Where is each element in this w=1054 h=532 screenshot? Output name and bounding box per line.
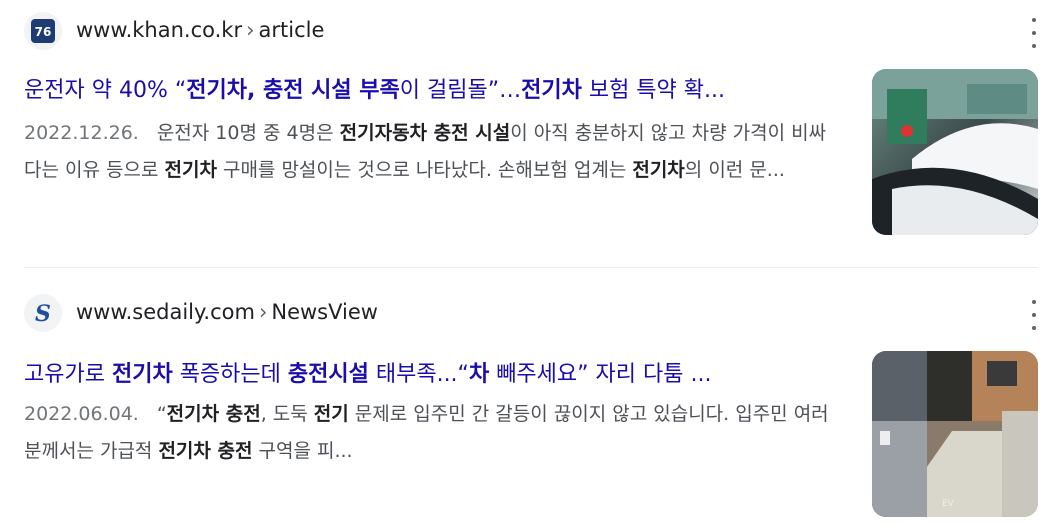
highlighted-text: 전기차 — [632, 159, 685, 181]
search-result: S www.sedaily.com › NewsView 고유가로 전기차 폭증하는… — [0, 282, 1054, 532]
text-run: 운전자 약 40% “ — [24, 78, 187, 103]
svg-text:76: 76 — [35, 25, 52, 39]
ev-charging-station-photo — [872, 69, 1038, 235]
highlighted-text: 차 — [468, 362, 490, 387]
text-run: 보험 특약 확... — [581, 78, 726, 103]
result-source[interactable]: 76 www.khan.co.kr › article — [24, 12, 1024, 50]
text-run: 구매를 망설이는 것으로 나타났다. 손해보험 업계는 — [216, 159, 633, 181]
highlighted-text: 충전시설 — [287, 362, 369, 387]
search-result: 76 www.khan.co.kr › article 운전자 약 40% “전기차… — [0, 0, 1054, 268]
result-date: 2022.06.04. — [24, 403, 139, 425]
text-run: 이 걸림돌”… — [399, 78, 522, 103]
parking-lot-ev-photo: EV — [872, 351, 1038, 517]
text-run: 빼주세요” 자리 다툼 ... — [489, 362, 712, 387]
sedaily-logo-icon: S — [24, 294, 62, 332]
result-date: 2022.12.26. — [24, 122, 139, 144]
highlighted-text: 전기차 충전 — [166, 403, 261, 425]
highlighted-text: 전기 — [313, 403, 349, 425]
result-snippet: 2022.12.26. 운전자 10명 중 4명은 전기자동차 충전 시설이 아직… — [24, 115, 842, 189]
text-run: “ — [156, 403, 167, 425]
text-run: 태부족...“ — [368, 362, 469, 387]
result-title-link[interactable]: 운전자 약 40% “전기차, 충전 시설 부족이 걸림돌”…전기차 보험 특약… — [24, 72, 844, 104]
text-run: 고유가로 — [24, 362, 112, 387]
result-url: www.sedaily.com › NewsView — [76, 300, 378, 324]
result-divider — [24, 267, 1038, 268]
path-text: NewsView — [271, 300, 378, 324]
svg-text:S: S — [35, 301, 51, 326]
result-url: www.khan.co.kr › article — [76, 18, 324, 42]
result-thumbnail[interactable]: EV — [872, 351, 1038, 517]
khan-logo-icon: 76 — [24, 12, 62, 50]
svg-text:EV: EV — [942, 499, 955, 509]
breadcrumb-separator: › — [258, 300, 268, 324]
highlighted-text: 전기차 — [111, 362, 173, 387]
domain-text: www.sedaily.com — [76, 300, 255, 324]
highlighted-text: 전기차 충전 — [158, 440, 253, 462]
text-run: 구역을 피... — [252, 440, 353, 462]
text-run: 의 이런 문... — [684, 159, 785, 181]
breadcrumb-separator: › — [246, 18, 255, 42]
domain-text: www.khan.co.kr — [76, 18, 243, 42]
result-snippet: 2022.06.04. “전기차 충전, 도둑 전기 문제로 입주민 간 갈등이 … — [24, 396, 842, 470]
highlighted-text: 전기차 — [521, 78, 582, 103]
result-title-link[interactable]: 고유가로 전기차 폭증하는데 충전시설 태부족...“차 빼주세요” 자리 다툼… — [24, 356, 844, 388]
text-run: 운전자 10명 중 4명은 — [156, 122, 340, 144]
more-vert-icon[interactable] — [1026, 18, 1042, 48]
more-vert-icon[interactable] — [1026, 300, 1042, 330]
path-text: article — [258, 18, 325, 42]
text-run: 문제로 입주민 간 갈등이 끊이지 않고 있습니다. 입주민 여러분께서는 가급… — [24, 403, 829, 462]
highlighted-text: 전기차, 충전 시설 부족 — [186, 78, 400, 103]
highlighted-text: 전기차 — [164, 159, 217, 181]
text-run: , 도둑 — [260, 403, 314, 425]
highlighted-text: 전기자동차 충전 시설 — [339, 122, 511, 144]
result-thumbnail[interactable] — [872, 69, 1038, 235]
text-run: 폭증하는데 — [172, 362, 288, 387]
result-source[interactable]: S www.sedaily.com › NewsView — [24, 294, 1024, 332]
